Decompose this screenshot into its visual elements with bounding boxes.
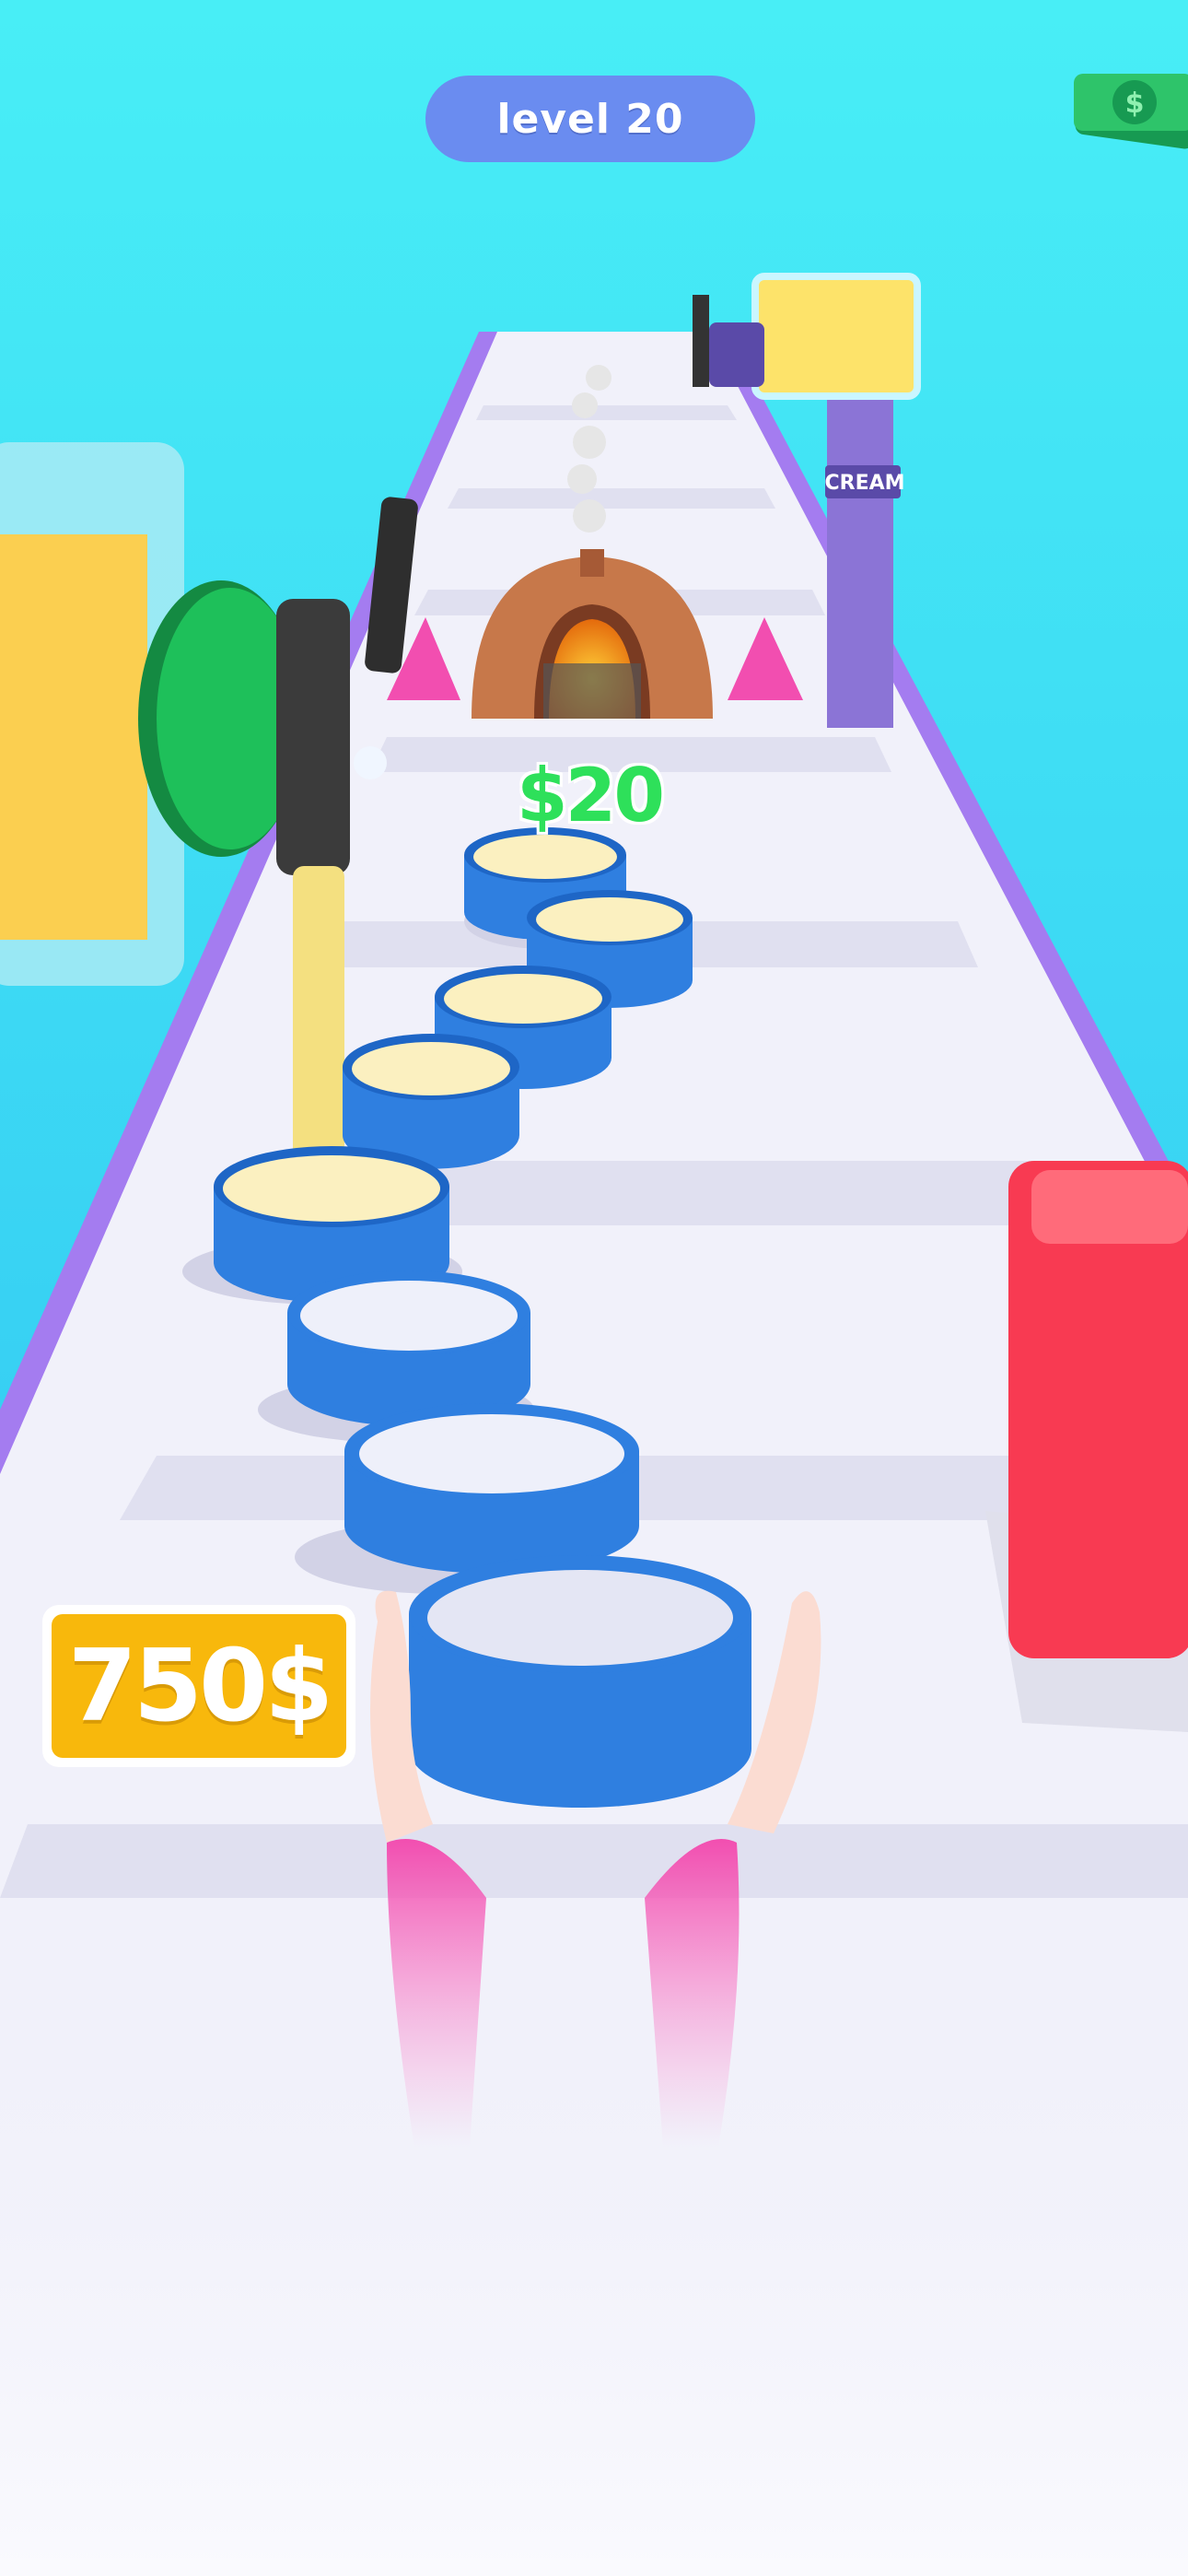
- cream-sign: CREAM: [824, 471, 905, 495]
- level-label: level 20: [496, 95, 684, 143]
- money-label: 750$: [67, 1628, 334, 1744]
- money-counter: 750$: [42, 1605, 355, 1767]
- track-fade: [0, 2027, 1188, 2576]
- level-indicator: level 20: [425, 76, 755, 162]
- red-block-obstacle: [985, 1161, 1188, 1732]
- currency-counter[interactable]: [1061, 55, 1188, 175]
- held-ring: [409, 1555, 751, 1808]
- game-scene: $: [0, 0, 1188, 2576]
- oven-price-label: $20: [517, 752, 665, 838]
